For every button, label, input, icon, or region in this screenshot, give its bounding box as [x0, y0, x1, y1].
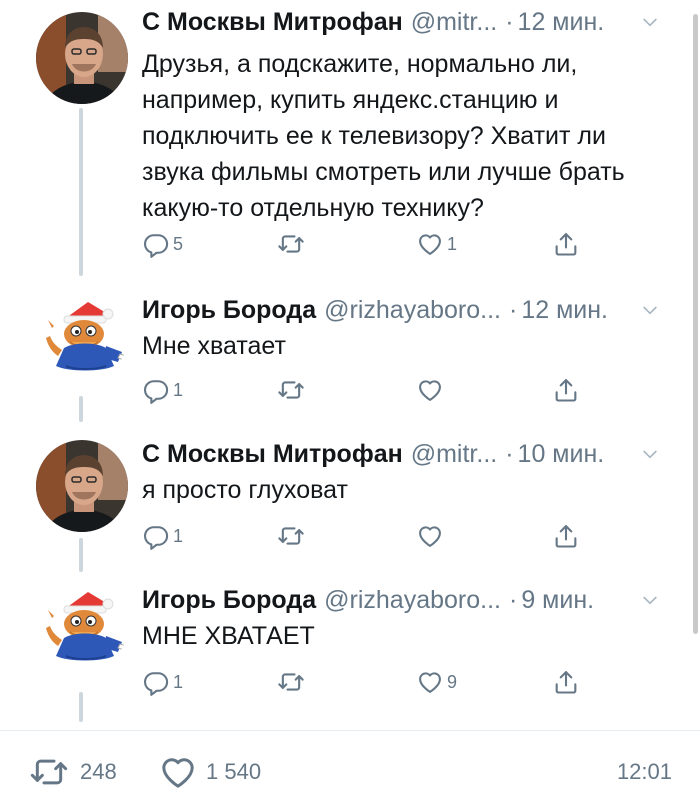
retweet-icon — [276, 522, 306, 550]
share-icon — [552, 230, 580, 258]
reply-count: 1 — [173, 525, 184, 546]
share-button[interactable] — [552, 664, 580, 700]
avatar[interactable] — [36, 440, 128, 532]
author-handle[interactable]: @rizhayaboro... — [324, 290, 501, 330]
share-button[interactable] — [552, 518, 580, 554]
reply-icon — [142, 230, 170, 258]
separator-dot: · — [505, 8, 514, 36]
timestamp[interactable]: 9 мин. — [521, 580, 594, 620]
tweet-text: я просто глуховат — [142, 476, 348, 504]
like-button[interactable]: 9 — [416, 664, 457, 700]
scrollbar[interactable] — [693, 14, 698, 634]
author-handle[interactable]: @rizhayaboro... — [324, 580, 501, 620]
separator-dot: · — [508, 296, 518, 324]
tweet[interactable]: С Москвы Митрофан @mitr... · 12 мин. Дру… — [0, 2, 700, 272]
share-icon — [552, 376, 580, 404]
reply-count: 1 — [173, 671, 184, 692]
total-retweets-count: 248 — [80, 759, 117, 784]
clock-time: 12:01 — [616, 759, 672, 784]
tweet-text: МНЕ ХВАТАЕТ — [142, 622, 315, 650]
retweet-icon — [276, 376, 306, 404]
tweet-header: С Москвы Митрофан @mitr... · 10 мин. — [142, 434, 660, 474]
reply-icon — [142, 376, 170, 404]
tweet[interactable]: Игорь Борода @rizhayaboro... · 12 мин. М… — [0, 290, 700, 420]
chevron-down-icon[interactable] — [640, 590, 660, 610]
author-name[interactable]: Игорь Борода — [142, 290, 316, 330]
retweet-button[interactable] — [276, 226, 306, 262]
retweet-icon — [26, 752, 72, 792]
chevron-down-icon[interactable] — [640, 444, 660, 464]
share-button[interactable] — [552, 226, 580, 262]
reply-count: 1 — [173, 379, 184, 400]
tweet-stats-bar: 248 1 540 12:01 — [0, 742, 700, 802]
chevron-down-icon[interactable] — [640, 12, 660, 32]
tweet-header: С Москвы Митрофан @mitr... · 12 мин. — [142, 2, 660, 42]
tweet[interactable]: С Москвы Митрофан @mitr... · 10 мин. я п… — [0, 434, 700, 564]
heart-icon — [158, 752, 198, 792]
tweet-actions: 1 — [142, 372, 602, 408]
total-retweets[interactable]: 248 — [26, 742, 117, 802]
share-icon — [552, 522, 580, 550]
avatar[interactable] — [36, 290, 128, 382]
like-button[interactable] — [416, 372, 447, 408]
timestamp[interactable]: 10 мин. — [518, 434, 605, 474]
tweet-text: Мне хватает — [142, 332, 286, 360]
retweet-icon — [276, 230, 306, 258]
tweet-text: Друзья, а подскажите, нормально ли, напр… — [142, 50, 625, 222]
avatar[interactable] — [36, 12, 128, 104]
reply-count: 5 — [173, 233, 184, 254]
like-button[interactable]: 1 — [416, 226, 457, 262]
heart-icon — [416, 668, 444, 696]
author-handle[interactable]: @mitr... — [411, 2, 498, 42]
author-name[interactable]: С Москвы Митрофан — [142, 2, 403, 42]
heart-icon — [416, 230, 444, 258]
author-handle[interactable]: @mitr... — [411, 434, 498, 474]
avatar[interactable] — [36, 580, 128, 672]
author-name[interactable]: Игорь Борода — [142, 580, 316, 620]
heart-icon — [416, 522, 444, 550]
chevron-down-icon[interactable] — [640, 300, 660, 320]
reply-icon — [142, 668, 170, 696]
share-icon — [552, 668, 580, 696]
tweet[interactable]: Игорь Борода @rizhayaboro... · 9 мин. МН… — [0, 580, 700, 710]
like-count: 1 — [447, 233, 458, 254]
tweet-header: Игорь Борода @rizhayaboro... · 12 мин. — [142, 290, 660, 330]
tweet-actions: 1 — [142, 518, 602, 554]
divider — [0, 730, 700, 731]
timestamp[interactable]: 12 мин. — [521, 290, 608, 330]
reply-button[interactable]: 1 — [142, 664, 183, 700]
reply-icon — [142, 522, 170, 550]
reply-button[interactable]: 1 — [142, 518, 183, 554]
separator-dot: · — [508, 586, 518, 614]
retweet-button[interactable] — [276, 372, 306, 408]
like-button[interactable] — [416, 518, 447, 554]
separator-dot: · — [505, 440, 514, 468]
tweet-actions: 1 9 — [142, 664, 602, 700]
tweet-header: Игорь Борода @rizhayaboro... · 9 мин. — [142, 580, 660, 620]
timestamp[interactable]: 12 мин. — [518, 2, 605, 42]
tweet-actions: 5 1 — [142, 226, 602, 262]
author-name[interactable]: С Москвы Митрофан — [142, 434, 403, 474]
retweet-button[interactable] — [276, 664, 306, 700]
share-button[interactable] — [552, 372, 580, 408]
total-likes[interactable]: 1 540 — [158, 742, 261, 802]
total-likes-count: 1 540 — [206, 759, 262, 784]
heart-icon — [416, 376, 444, 404]
retweet-icon — [276, 668, 306, 696]
retweet-button[interactable] — [276, 518, 306, 554]
reply-button[interactable]: 1 — [142, 372, 183, 408]
reply-button[interactable]: 5 — [142, 226, 183, 262]
like-count: 9 — [447, 671, 458, 692]
